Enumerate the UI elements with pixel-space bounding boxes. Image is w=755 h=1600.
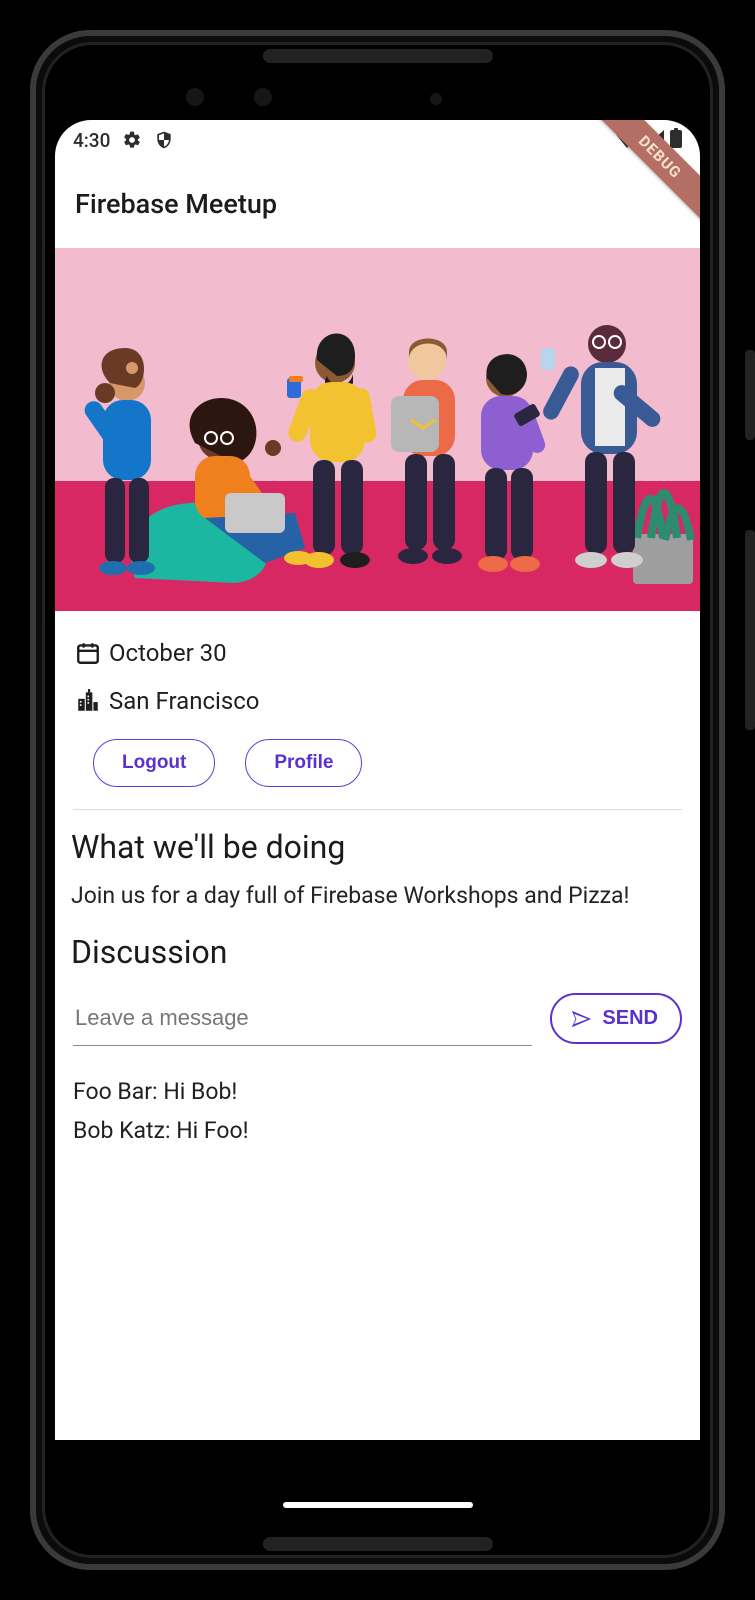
volume-button (745, 530, 755, 730)
about-heading: What we'll be doing (67, 828, 688, 880)
speaker-top (263, 49, 493, 63)
message-compose-row: SEND (67, 985, 688, 1052)
message-input[interactable] (73, 991, 532, 1046)
event-info: October 30 San Francisco Logout Profile … (55, 611, 700, 1170)
screen: 4:30 DEBUG (55, 120, 700, 1440)
send-label: SEND (602, 1007, 658, 1030)
device-frame: 4:30 DEBUG (0, 0, 755, 1600)
app-bar: Firebase Meetup (55, 160, 700, 248)
home-indicator[interactable] (283, 1502, 473, 1508)
event-location-row: San Francisco (67, 677, 688, 725)
gear-icon (122, 130, 142, 150)
speaker-bottom (263, 1537, 493, 1551)
app-title: Firebase Meetup (75, 188, 277, 220)
hero-image (55, 248, 700, 611)
camera-icon (180, 82, 210, 112)
event-date: October 30 (109, 639, 227, 667)
status-time: 4:30 (73, 129, 110, 152)
messages-list: Foo Bar: Hi Bob! Bob Katz: Hi Foo! (67, 1052, 688, 1170)
message-item: Foo Bar: Hi Bob! (73, 1072, 682, 1111)
camera-icon (248, 82, 278, 112)
profile-button[interactable]: Profile (245, 739, 362, 787)
power-button (745, 350, 755, 440)
send-button[interactable]: SEND (550, 993, 682, 1044)
message-item: Bob Katz: Hi Foo! (73, 1111, 682, 1150)
discussion-heading: Discussion (67, 933, 688, 985)
status-bar: 4:30 (55, 120, 700, 160)
event-location: San Francisco (109, 687, 259, 715)
shield-icon (154, 130, 174, 150)
event-date-row: October 30 (67, 629, 688, 677)
send-icon (570, 1008, 592, 1030)
city-icon (67, 688, 109, 714)
about-body: Join us for a day full of Firebase Works… (67, 880, 688, 933)
people-illustration (55, 248, 700, 611)
logout-button[interactable]: Logout (93, 739, 215, 787)
calendar-icon (67, 640, 109, 666)
sensor-dot (430, 93, 442, 105)
divider (73, 809, 682, 810)
screen-footer (55, 1440, 700, 1500)
